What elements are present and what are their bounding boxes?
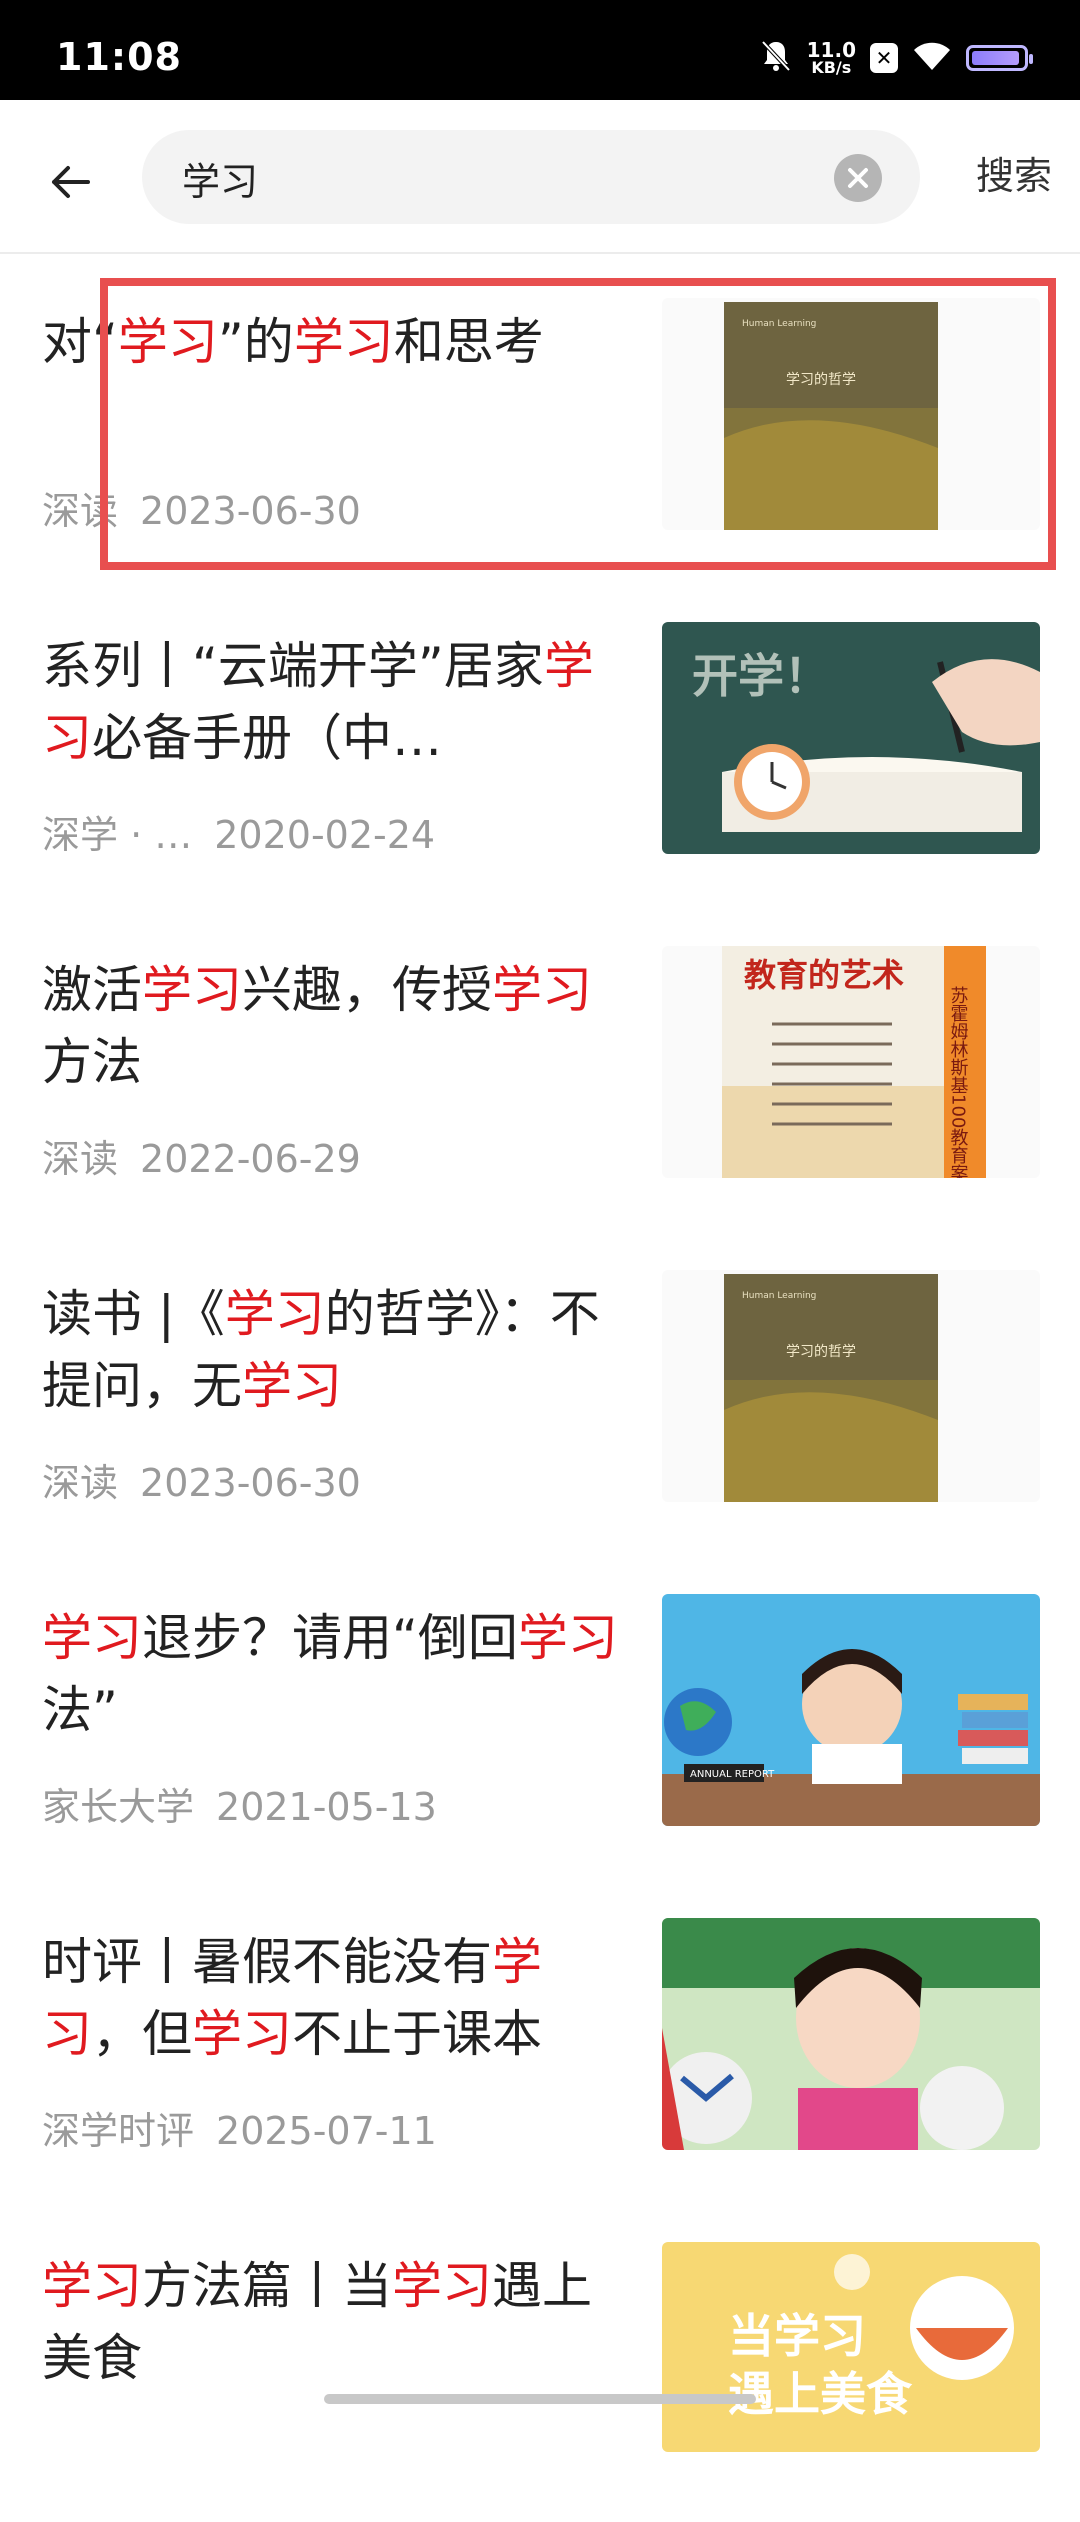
title-text: ，但 xyxy=(92,2005,192,2063)
item-meta: 深学时评 2025-07-11 xyxy=(42,2100,437,2155)
food-banner-line2: 遇上美食 xyxy=(728,2367,913,2421)
list-item[interactable]: 学习方法篇丨当学习遇上美食 当学习 遇上美食 xyxy=(0,2198,1080,2522)
title-text: 法” xyxy=(42,1681,118,1739)
clear-search-icon[interactable] xyxy=(834,154,882,202)
back-arrow-icon[interactable] xyxy=(40,152,100,212)
title-text: 读书 |《 xyxy=(42,1285,225,1343)
item-date: 2021-05-13 xyxy=(216,1785,437,1829)
keyword-highlight: 学习 xyxy=(42,2257,142,2315)
item-title: 学习退步？请用“倒回学习法” xyxy=(42,1602,622,1744)
book-title: 学习的哲学 xyxy=(786,1344,856,1360)
keyword-highlight: 学习 xyxy=(192,2005,292,2063)
title-text: 兴趣，传授 xyxy=(242,961,492,1019)
search-header: 搜索 xyxy=(0,100,1080,254)
title-text: 和思考 xyxy=(393,313,544,371)
item-date: 2025-07-11 xyxy=(216,2109,437,2153)
item-date: 2022-06-29 xyxy=(140,1137,361,1181)
battery-icon xyxy=(966,45,1033,71)
keyword-highlight: 学习 xyxy=(242,1357,342,1415)
item-thumbnail: 教育的艺术 苏霍姆林斯基100教育案例 xyxy=(662,946,1040,1178)
list-item[interactable]: 学习退步？请用“倒回学习法” 家长大学 2021-05-13 ANNUAL REP… xyxy=(0,1550,1080,1874)
item-title: 读书 |《学习的哲学》：不提问，无学习 xyxy=(42,1278,622,1420)
item-thumbnail xyxy=(662,1918,1040,2150)
title-text: 对“ xyxy=(42,313,118,371)
item-thumbnail: ANNUAL REPORT xyxy=(662,1594,1040,1826)
wifi-icon xyxy=(912,40,952,76)
item-meta: 深读 2023-06-30 xyxy=(42,1452,361,1507)
item-source: 家长大学 xyxy=(42,1785,195,1829)
item-date: 2020-02-24 xyxy=(214,813,436,857)
search-input[interactable] xyxy=(180,130,824,226)
title-text: 必备手册（中… xyxy=(92,709,442,767)
item-meta: 深读 2022-06-29 xyxy=(42,1128,361,1183)
item-title: 系列丨“云端开学”居家学习必备手册（中… xyxy=(42,630,622,772)
net-speed: 11.0 KB/s xyxy=(807,40,856,76)
title-text: 系列丨“云端开学”居家 xyxy=(42,637,544,695)
search-bar[interactable] xyxy=(142,130,920,226)
item-source: 深学 · … xyxy=(42,813,193,857)
title-text: 退步？请用“倒回 xyxy=(142,1609,518,1667)
item-title: 学习方法篇丨当学习遇上美食 xyxy=(42,2250,622,2392)
title-text: 不止于课本 xyxy=(292,2005,542,2063)
item-date: 2023-06-30 xyxy=(140,1461,361,1505)
item-title: 激活学习兴趣，传授学习方法 xyxy=(42,954,622,1096)
keyword-highlight: 学习 xyxy=(517,1609,618,1667)
net-speed-value: 11.0 xyxy=(806,38,856,62)
list-item[interactable]: 对“学习”的学习和思考 深读 2023-06-30 Human Learning … xyxy=(0,254,1080,578)
child-book-label: ANNUAL REPORT xyxy=(690,1769,775,1780)
title-text: 时评丨暑假不能没有 xyxy=(42,1933,492,1991)
item-thumbnail: 当学习 遇上美食 xyxy=(662,2242,1040,2452)
title-text: 激活 xyxy=(42,961,142,1019)
item-title: 时评丨暑假不能没有学习，但学习不止于课本 xyxy=(42,1926,622,2068)
item-meta: 深学 · … 2020-02-24 xyxy=(42,804,435,859)
item-meta: 深读 2023-06-30 xyxy=(42,480,361,535)
status-time: 11:08 xyxy=(56,35,182,79)
item-meta: 家长大学 2021-05-13 xyxy=(42,1776,437,1831)
food-banner-line1: 当学习 xyxy=(728,2309,866,2363)
keyword-highlight: 学习 xyxy=(392,2257,492,2315)
list-item[interactable]: 读书 |《学习的哲学》：不提问，无学习 深读 2023-06-30 Human L… xyxy=(0,1226,1080,1550)
list-item[interactable]: 系列丨“云端开学”居家学习必备手册（中… 深学 · … 2020-02-24 开学… xyxy=(0,578,1080,902)
net-speed-unit: KB/s xyxy=(811,58,852,77)
book-title: 学习的哲学 xyxy=(786,372,856,388)
item-thumbnail: Human Learning 学习的哲学 xyxy=(662,298,1040,530)
keyword-highlight: 学习 xyxy=(293,313,394,371)
title-text: 方法篇丨当 xyxy=(142,2257,392,2315)
item-source: 深学时评 xyxy=(42,2109,195,2153)
book-subtitle: Human Learning xyxy=(742,319,816,329)
search-button[interactable]: 搜索 xyxy=(976,152,1052,201)
item-source: 深读 xyxy=(42,489,119,533)
mute-bell-icon xyxy=(759,38,793,78)
item-source: 深读 xyxy=(42,1461,119,1505)
list-item[interactable]: 激活学习兴趣，传授学习方法 深读 2022-06-29 教育的艺术 苏霍姆林斯基1… xyxy=(0,902,1080,1226)
home-indicator[interactable] xyxy=(324,2394,756,2404)
item-title: 对“学习”的学习和思考 xyxy=(42,306,622,378)
close-box-icon: ✕ xyxy=(870,43,898,73)
keyword-highlight: 学习 xyxy=(142,961,242,1019)
chalk-text: 开学！ xyxy=(692,649,830,703)
title-text: 方法 xyxy=(42,1033,142,1091)
status-icons: 11.0 KB/s ✕ xyxy=(759,38,1033,78)
list-item[interactable]: 时评丨暑假不能没有学习，但学习不止于课本 深学时评 2025-07-11 xyxy=(0,1874,1080,2198)
keyword-highlight: 学习 xyxy=(224,1285,325,1343)
item-thumbnail: 开学！ xyxy=(662,622,1040,854)
book-subtitle: Human Learning xyxy=(742,1291,816,1301)
status-bar: 11:08 11.0 KB/s ✕ xyxy=(0,0,1080,100)
keyword-highlight: 学习 xyxy=(42,1609,142,1667)
edu-book-title: 教育的艺术 xyxy=(744,956,904,994)
item-thumbnail: Human Learning 学习的哲学 xyxy=(662,1270,1040,1502)
item-date: 2023-06-30 xyxy=(140,489,361,533)
keyword-highlight: 学习 xyxy=(117,313,218,371)
title-text: ”的 xyxy=(217,313,294,371)
keyword-highlight: 学习 xyxy=(492,961,592,1019)
item-source: 深读 xyxy=(42,1137,119,1181)
edu-book-side: 苏霍姆林斯基100教育案例 xyxy=(948,986,969,1178)
